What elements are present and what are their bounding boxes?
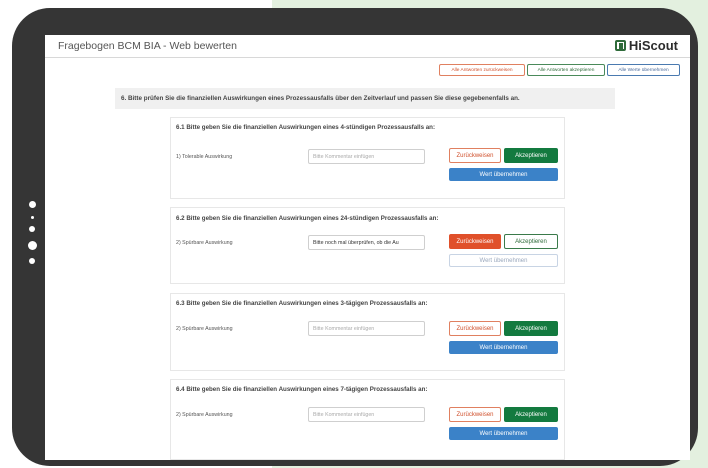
sensor-dot-icon bbox=[29, 226, 35, 232]
reject-button[interactable]: Zurückweisen bbox=[449, 321, 501, 336]
reject-button[interactable]: Zurückweisen bbox=[449, 234, 501, 249]
impact-value: 1) Tolerable Auswirkung bbox=[176, 154, 233, 160]
accept-button[interactable]: Akzeptieren bbox=[504, 148, 558, 163]
page-title: Fragebogen BCM BIA - Web bewerten bbox=[58, 40, 237, 52]
home-button-icon[interactable] bbox=[28, 241, 37, 250]
accept-all-button[interactable]: Alle Antworten akzeptieren bbox=[527, 64, 605, 76]
apply-value-button[interactable]: Wert übernehmen bbox=[449, 341, 558, 354]
apply-value-button[interactable]: Wert übernehmen bbox=[449, 168, 558, 181]
brand-logo: HiScout bbox=[614, 38, 678, 53]
apply-value-button[interactable]: Wert übernehmen bbox=[449, 427, 558, 440]
reject-button[interactable]: Zurückweisen bbox=[449, 148, 501, 163]
comment-input[interactable] bbox=[308, 321, 425, 336]
question-title: 6.3 Bitte geben Sie die finanziellen Aus… bbox=[176, 300, 428, 307]
question-title: 6.2 Bitte geben Sie die finanziellen Aus… bbox=[176, 215, 439, 222]
accept-button[interactable]: Akzeptieren bbox=[504, 321, 558, 336]
impact-value: 2) Spürbare Auswirkung bbox=[176, 240, 233, 246]
question-title: 6.4 Bitte geben Sie die finanziellen Aus… bbox=[176, 386, 428, 393]
accept-button[interactable]: Akzeptieren bbox=[504, 234, 558, 249]
comment-input[interactable] bbox=[308, 149, 425, 164]
tablet-frame: Fragebogen BCM BIA - Web bewerten HiScou… bbox=[12, 8, 698, 466]
apply-value-button[interactable]: Wert übernehmen bbox=[449, 254, 558, 267]
apply-all-button[interactable]: Alle Werte übernehmen bbox=[607, 64, 680, 76]
reject-all-button[interactable]: Alle Antworten zurückweisen bbox=[439, 64, 525, 76]
sensor-dot-icon bbox=[29, 258, 35, 264]
impact-value: 2) Spürbare Auswirkung bbox=[176, 412, 233, 418]
comment-input[interactable] bbox=[308, 235, 425, 250]
comment-input[interactable] bbox=[308, 407, 425, 422]
title-bar: Fragebogen BCM BIA - Web bewerten HiScou… bbox=[45, 35, 690, 58]
impact-value: 2) Spürbare Auswirkung bbox=[176, 326, 233, 332]
brand-name: HiScout bbox=[628, 38, 678, 53]
hiscout-logo-icon bbox=[614, 40, 626, 51]
app-screen: Fragebogen BCM BIA - Web bewerten HiScou… bbox=[45, 35, 690, 460]
camera-dot-icon bbox=[29, 201, 36, 208]
section-title: 6. Bitte prüfen Sie die finanziellen Aus… bbox=[115, 88, 615, 109]
sensor-dot-icon bbox=[31, 216, 34, 219]
accept-button[interactable]: Akzeptieren bbox=[504, 407, 558, 422]
question-title: 6.1 Bitte geben Sie die finanziellen Aus… bbox=[176, 124, 436, 131]
reject-button[interactable]: Zurückweisen bbox=[449, 407, 501, 422]
